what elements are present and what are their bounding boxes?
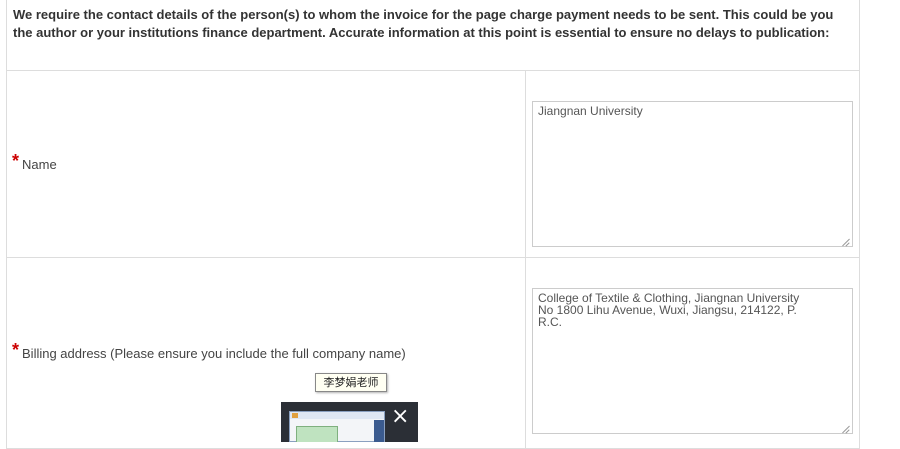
required-marker: *: [12, 150, 20, 171]
billing-address-textarea[interactable]: College of Textile & Clothing, Jiangnan …: [532, 288, 853, 434]
billing-address-field-cell: College of Textile & Clothing, Jiangnan …: [526, 258, 859, 448]
resize-handle-icon[interactable]: [842, 238, 850, 246]
preview-spreadsheet: [296, 426, 338, 442]
billing-contact-form: We require the contact details of the pe…: [6, 0, 860, 449]
app-icon: [292, 413, 298, 418]
name-textarea[interactable]: Jiangnan University: [532, 101, 853, 247]
close-icon[interactable]: ×: [391, 406, 409, 428]
name-label-cell: * Name: [7, 71, 526, 257]
name-field-cell: Jiangnan University: [526, 71, 859, 257]
window-preview-image[interactable]: [289, 411, 385, 442]
taskbar-tooltip: 李梦娟老师: [315, 373, 387, 392]
billing-address-label: Billing address (Please ensure you inclu…: [22, 345, 406, 361]
name-label: Name: [22, 156, 57, 172]
required-marker: *: [12, 339, 20, 360]
preview-titlebar: [290, 412, 384, 419]
billing-address-row: * Billing address (Please ensure you inc…: [7, 258, 859, 448]
resize-handle-icon[interactable]: [842, 425, 850, 433]
form-instructions: We require the contact details of the pe…: [7, 0, 859, 71]
billing-address-label-cell: * Billing address (Please ensure you inc…: [7, 258, 526, 448]
name-row: * Name Jiangnan University: [7, 71, 859, 258]
preview-sidebar: [374, 420, 384, 442]
taskbar-thumbnail-preview[interactable]: ×: [281, 402, 418, 442]
